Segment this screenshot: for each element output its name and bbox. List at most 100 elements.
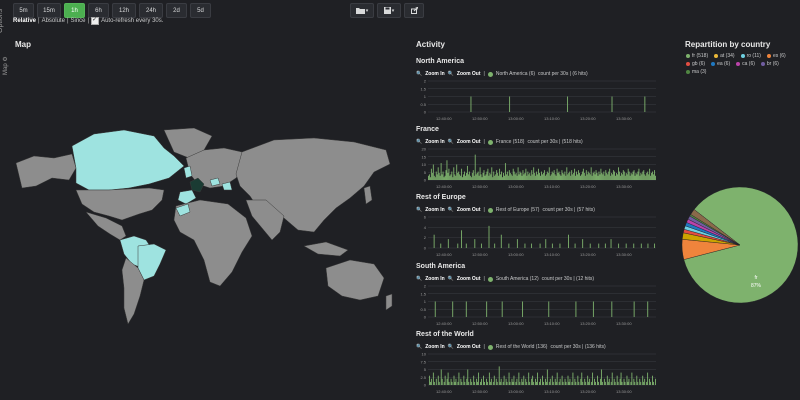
activity-bar[interactable] bbox=[452, 301, 454, 318]
activity-bar[interactable] bbox=[619, 378, 621, 385]
activity-bar[interactable] bbox=[594, 174, 596, 180]
activity-bar[interactable] bbox=[583, 172, 585, 180]
activity-bar[interactable] bbox=[589, 243, 591, 248]
activity-bar[interactable] bbox=[506, 381, 508, 385]
activity-bar[interactable] bbox=[475, 174, 477, 180]
activity-bar[interactable] bbox=[640, 243, 642, 248]
activity-bar[interactable] bbox=[578, 381, 580, 385]
activity-bar[interactable] bbox=[568, 172, 570, 180]
activity-bar[interactable] bbox=[560, 175, 562, 180]
activity-bar[interactable] bbox=[533, 167, 535, 180]
activity-bar[interactable] bbox=[485, 174, 487, 180]
activity-bar[interactable] bbox=[504, 163, 506, 180]
activity-bar[interactable] bbox=[522, 301, 524, 318]
activity-bar[interactable] bbox=[577, 174, 578, 180]
activity-bar[interactable] bbox=[590, 167, 592, 180]
activity-bar[interactable] bbox=[539, 381, 540, 385]
activity-bar[interactable] bbox=[480, 174, 482, 180]
activity-bar[interactable] bbox=[556, 168, 558, 180]
activity-bar[interactable] bbox=[544, 175, 546, 180]
activity-bar[interactable] bbox=[599, 378, 601, 385]
activity-bar[interactable] bbox=[505, 174, 507, 180]
activity-bar[interactable] bbox=[582, 239, 584, 248]
activity-bar[interactable] bbox=[459, 174, 461, 180]
activity-bar[interactable] bbox=[643, 170, 645, 180]
activity-bar[interactable] bbox=[456, 164, 458, 181]
activity-bar[interactable] bbox=[611, 96, 613, 113]
activity-bar[interactable] bbox=[546, 369, 548, 386]
activity-bar[interactable] bbox=[576, 171, 577, 180]
pie-legend-item[interactable]: ro (11) bbox=[740, 53, 761, 59]
activity-bar[interactable] bbox=[594, 378, 595, 385]
activity-bar[interactable] bbox=[631, 372, 633, 385]
world-map[interactable] bbox=[14, 128, 394, 328]
activity-bar[interactable] bbox=[654, 170, 655, 180]
activity-bar[interactable] bbox=[440, 369, 442, 386]
activity-bar[interactable] bbox=[534, 172, 536, 180]
activity-bar[interactable] bbox=[537, 174, 539, 180]
activity-bar[interactable] bbox=[463, 375, 465, 385]
activity-bar[interactable] bbox=[512, 381, 514, 385]
activity-bar[interactable] bbox=[655, 378, 656, 385]
activity-bar[interactable] bbox=[432, 164, 434, 181]
activity-bar[interactable] bbox=[608, 171, 610, 180]
activity-bar[interactable] bbox=[440, 243, 442, 248]
activity-bar[interactable] bbox=[441, 378, 443, 385]
activity-bar[interactable] bbox=[613, 378, 615, 385]
activity-bar[interactable] bbox=[430, 378, 432, 385]
activity-bar[interactable] bbox=[652, 171, 653, 180]
activity-bar[interactable] bbox=[554, 174, 556, 180]
activity-bar[interactable] bbox=[634, 381, 636, 385]
activity-bar[interactable] bbox=[540, 175, 541, 180]
activity-bar[interactable] bbox=[487, 168, 489, 180]
activity-bar[interactable] bbox=[509, 96, 511, 113]
activity-bar-chart[interactable]: 6 4 2 0 12:40:00 12:50:00 13:00:00 13:10:00 13:2… bbox=[414, 214, 660, 260]
activity-bar[interactable] bbox=[617, 174, 618, 180]
activity-bar[interactable] bbox=[428, 175, 429, 180]
zoom-in-link[interactable]: Zoom In bbox=[425, 139, 444, 145]
activity-bar[interactable] bbox=[498, 175, 500, 180]
activity-bar[interactable] bbox=[428, 174, 430, 180]
activity-bar[interactable] bbox=[568, 234, 569, 248]
activity-bar[interactable] bbox=[610, 239, 612, 248]
activity-bar[interactable] bbox=[517, 167, 519, 180]
activity-bar[interactable] bbox=[621, 381, 623, 385]
activity-bar[interactable] bbox=[575, 175, 577, 180]
activity-bar[interactable] bbox=[542, 174, 543, 180]
activity-bar[interactable] bbox=[466, 165, 468, 180]
activity-bar[interactable] bbox=[523, 174, 525, 180]
activity-bar[interactable] bbox=[545, 174, 547, 180]
activity-bar[interactable] bbox=[525, 378, 527, 385]
activity-bar[interactable] bbox=[533, 381, 535, 385]
activity-bar[interactable] bbox=[476, 172, 478, 180]
activity-bar[interactable] bbox=[578, 170, 579, 180]
activity-bar[interactable] bbox=[589, 174, 591, 180]
activity-bar[interactable] bbox=[448, 168, 450, 180]
activity-bar[interactable] bbox=[484, 175, 486, 180]
activity-bar[interactable] bbox=[443, 381, 445, 385]
activity-bar[interactable] bbox=[564, 378, 566, 385]
activity-bar[interactable] bbox=[604, 243, 606, 248]
activity-bar[interactable] bbox=[470, 96, 472, 113]
activity-bar[interactable] bbox=[494, 243, 496, 248]
region-alaska[interactable] bbox=[15, 153, 77, 189]
activity-bar[interactable] bbox=[524, 172, 526, 180]
activity-bar[interactable] bbox=[561, 375, 563, 385]
activity-bar[interactable] bbox=[455, 378, 457, 385]
activity-bar[interactable] bbox=[643, 381, 645, 385]
activity-bar[interactable] bbox=[601, 172, 603, 180]
activity-bar[interactable] bbox=[463, 174, 464, 180]
activity-bar[interactable] bbox=[488, 225, 490, 248]
activity-bar[interactable] bbox=[468, 171, 470, 180]
activity-bar[interactable] bbox=[626, 174, 628, 180]
activity-bar[interactable] bbox=[489, 381, 491, 385]
activity-bar[interactable] bbox=[634, 175, 636, 180]
activity-bar[interactable] bbox=[592, 372, 594, 385]
time-button-1h[interactable]: 1h bbox=[64, 3, 85, 18]
zoom-out-link[interactable]: Zoom Out bbox=[457, 207, 481, 213]
activity-bar[interactable] bbox=[609, 168, 611, 180]
activity-bar[interactable] bbox=[549, 378, 551, 385]
activity-bar[interactable] bbox=[614, 171, 615, 180]
activity-bar[interactable] bbox=[454, 174, 456, 180]
activity-bar[interactable] bbox=[598, 243, 600, 248]
